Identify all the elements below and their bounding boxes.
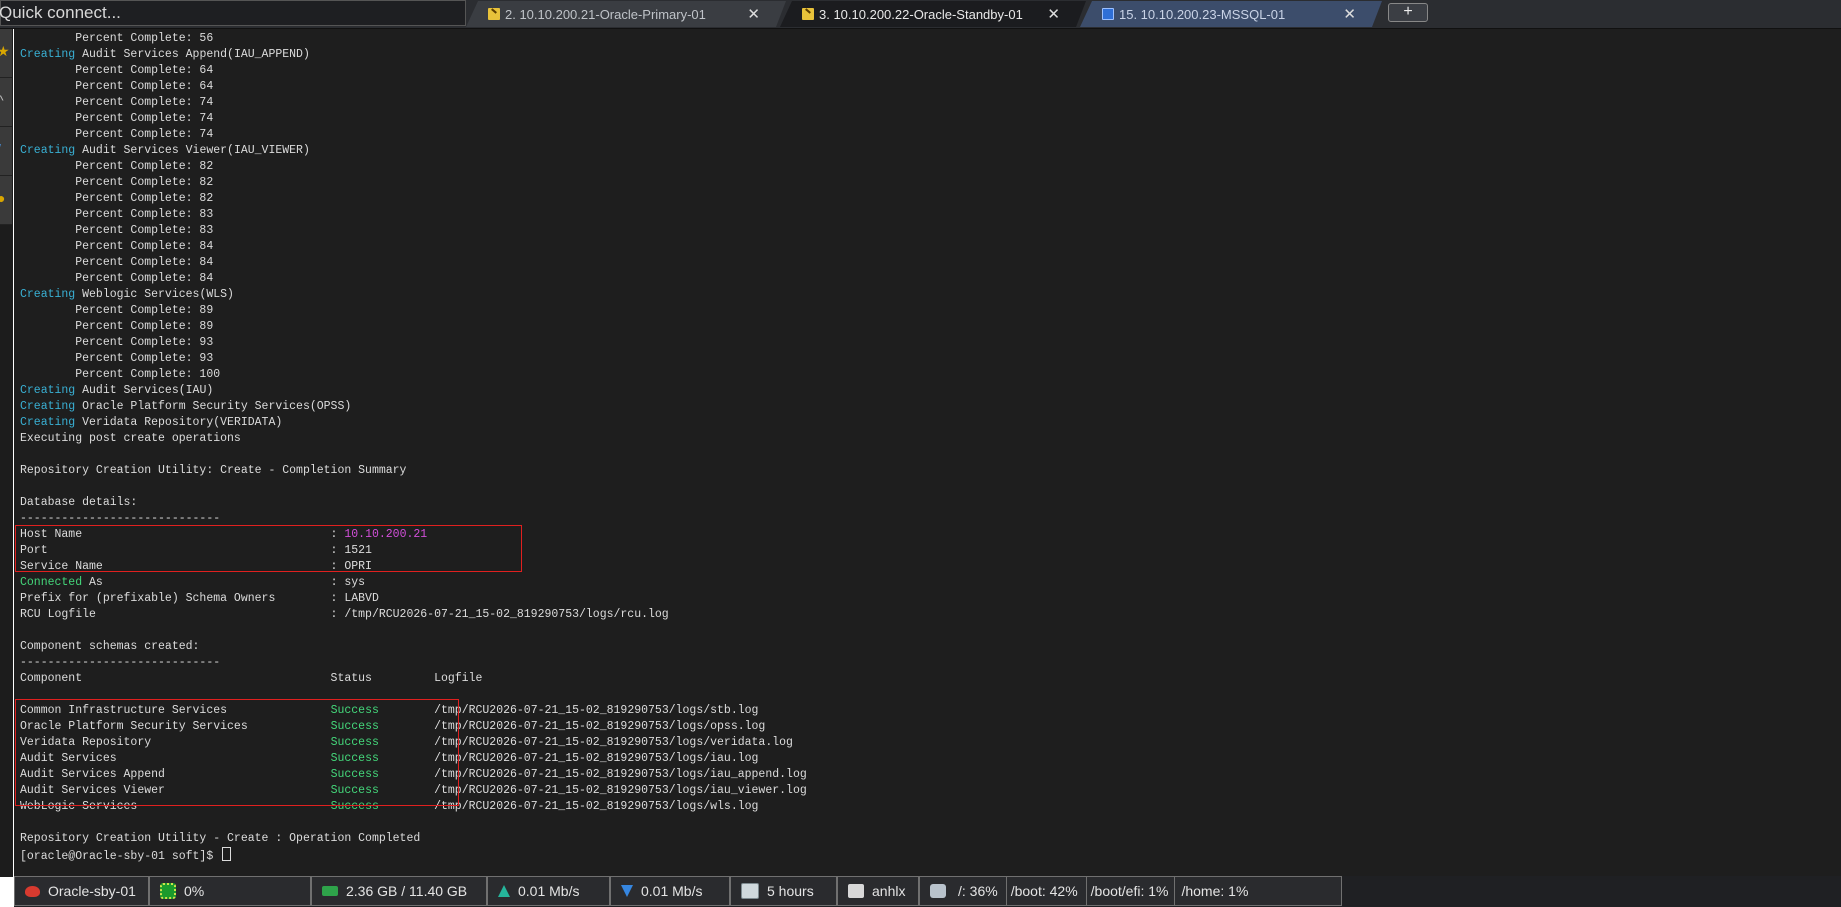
new-tab-button[interactable]: +	[1388, 3, 1428, 22]
side-toolbar: ★ ^ / ●	[0, 29, 13, 877]
terminal-line: Percent Complete: 83	[20, 208, 214, 221]
side-tool-button[interactable]: ★	[0, 29, 12, 78]
terminal-line: Creating Weblogic Services(WLS)	[20, 288, 234, 301]
terminal-output[interactable]: Percent Complete: 56 Creating Audit Servi…	[14, 29, 1841, 877]
terminal-line: Percent Complete: 82	[20, 160, 214, 173]
oracle-key-icon	[802, 8, 814, 20]
tab-label: 3. 10.10.200.22-Oracle-Standby-01	[819, 6, 1023, 22]
terminal-line: Creating Audit Services(IAU)	[20, 384, 214, 397]
tab-oracle-primary[interactable]: 2. 10.10.200.21-Oracle-Primary-01 ✕	[466, 1, 786, 27]
terminal-line: Creating Oracle Platform Security Servic…	[20, 400, 352, 413]
terminal-line: Percent Complete: 93	[20, 352, 214, 365]
quick-connect-input[interactable]	[0, 1, 439, 25]
terminal-line: Prefix for (prefixable) Schema Owners : …	[20, 592, 379, 605]
status-download: 0.01 Mb/s	[610, 876, 730, 906]
tab-oracle-standby[interactable]: 3. 10.10.200.22-Oracle-Standby-01 ✕	[780, 1, 1086, 27]
terminal-line: Percent Complete: 82	[20, 176, 214, 189]
terminal-line: Percent Complete: 74	[20, 96, 214, 109]
terminal-line: Percent Complete: 82	[20, 192, 214, 205]
terminal-line: Percent Complete: 64	[20, 80, 214, 93]
terminal-line: -----------------------------	[20, 656, 221, 669]
status-memory: 2.36 GB / 11.40 GB	[311, 876, 487, 906]
terminal-line: Percent Complete: 83	[20, 224, 214, 237]
terminal-line: Creating Audit Services Append(IAU_APPEN…	[20, 48, 310, 61]
terminal-line: Component schemas created:	[20, 640, 200, 653]
memory-icon	[322, 886, 338, 896]
disk-boot-efi: /boot/efi: 1%	[1090, 883, 1169, 899]
status-upload: 0.01 Mb/s	[487, 876, 610, 906]
redhat-icon	[25, 885, 40, 897]
status-uptime: 5 hours	[730, 876, 837, 906]
terminal-line: Percent Complete: 84	[20, 240, 214, 253]
download-arrow-icon	[621, 885, 633, 897]
terminal-line: Database details:	[20, 496, 138, 509]
user-icon	[848, 884, 864, 898]
side-tool-button[interactable]: ^	[0, 78, 12, 127]
pen-icon: /	[0, 141, 1, 157]
status-hostname: Oracle-sby-01	[14, 876, 149, 906]
clock-icon	[741, 883, 759, 899]
settings-icon: ●	[0, 190, 6, 206]
terminal-line: [oracle@Oracle-sby-01 soft]$	[20, 847, 807, 863]
close-icon[interactable]: ✕	[1047, 5, 1060, 23]
upload-arrow-icon	[498, 885, 510, 897]
terminal-line: Percent Complete: 64	[20, 64, 214, 77]
terminal-cursor	[222, 847, 232, 861]
tab-label: 2. 10.10.200.21-Oracle-Primary-01	[505, 6, 706, 22]
quick-connect-box[interactable]	[0, 0, 466, 26]
disk-root: /: 36%	[958, 883, 998, 899]
terminal-line: Percent Complete: 89	[20, 320, 214, 333]
terminal-line: Percent Complete: 84	[20, 272, 214, 285]
status-bar: Oracle-sby-01 0% 2.36 GB / 11.40 GB 0.01…	[14, 876, 1841, 907]
terminal-line: Percent Complete: 74	[20, 112, 214, 125]
close-icon[interactable]: ✕	[747, 5, 760, 23]
terminal-line: RCU Logfile : /tmp/RCU2026-07-21_15-02_8…	[20, 608, 669, 621]
highlight-box-component-status	[15, 699, 459, 806]
status-cpu: 0%	[149, 876, 398, 906]
oracle-key-icon	[488, 8, 500, 20]
star-icon: ★	[0, 43, 10, 59]
terminal-line: Component Status Logfile	[20, 672, 483, 685]
disk-icon	[930, 884, 946, 898]
tab-mssql[interactable]: 15. 10.10.200.23-MSSQL-01 ✕	[1080, 1, 1382, 27]
terminal-line: Connected As : sys	[20, 576, 366, 589]
cpu-icon	[160, 883, 176, 899]
arrow-icon: ^	[0, 92, 4, 108]
terminal-line: Percent Complete: 100	[20, 368, 221, 381]
status-user: anhlx	[837, 876, 919, 906]
status-disks: /: 36% /boot: 42% /boot/efi: 1% /home: 1…	[919, 876, 1342, 906]
highlight-box-database-details	[15, 525, 522, 572]
terminal-line: Percent Complete: 74	[20, 128, 214, 141]
close-icon[interactable]: ✕	[1343, 5, 1356, 23]
terminal-line: Percent Complete: 89	[20, 304, 214, 317]
side-tool-button[interactable]: /	[0, 127, 12, 176]
side-tool-button[interactable]: ●	[0, 176, 12, 225]
terminal-line: Executing post create operations	[20, 432, 241, 445]
terminal-line: Repository Creation Utility - Create : O…	[20, 832, 421, 845]
terminal-line: Percent Complete: 93	[20, 336, 214, 349]
terminal-line: Percent Complete: 56	[20, 32, 214, 45]
disk-home: /home: 1%	[1181, 883, 1249, 899]
terminal-line: Creating Veridata Repository(VERIDATA)	[20, 416, 283, 429]
tab-bar: 2. 10.10.200.21-Oracle-Primary-01 ✕ 3. 1…	[0, 0, 1841, 29]
tab-label: 15. 10.10.200.23-MSSQL-01	[1119, 6, 1286, 22]
terminal-line: Percent Complete: 84	[20, 256, 214, 269]
windows-icon	[1102, 8, 1114, 20]
disk-boot: /boot: 42%	[1010, 883, 1078, 899]
terminal-line: Creating Audit Services Viewer(IAU_VIEWE…	[20, 144, 310, 157]
terminal-line: Repository Creation Utility: Create - Co…	[20, 464, 407, 477]
